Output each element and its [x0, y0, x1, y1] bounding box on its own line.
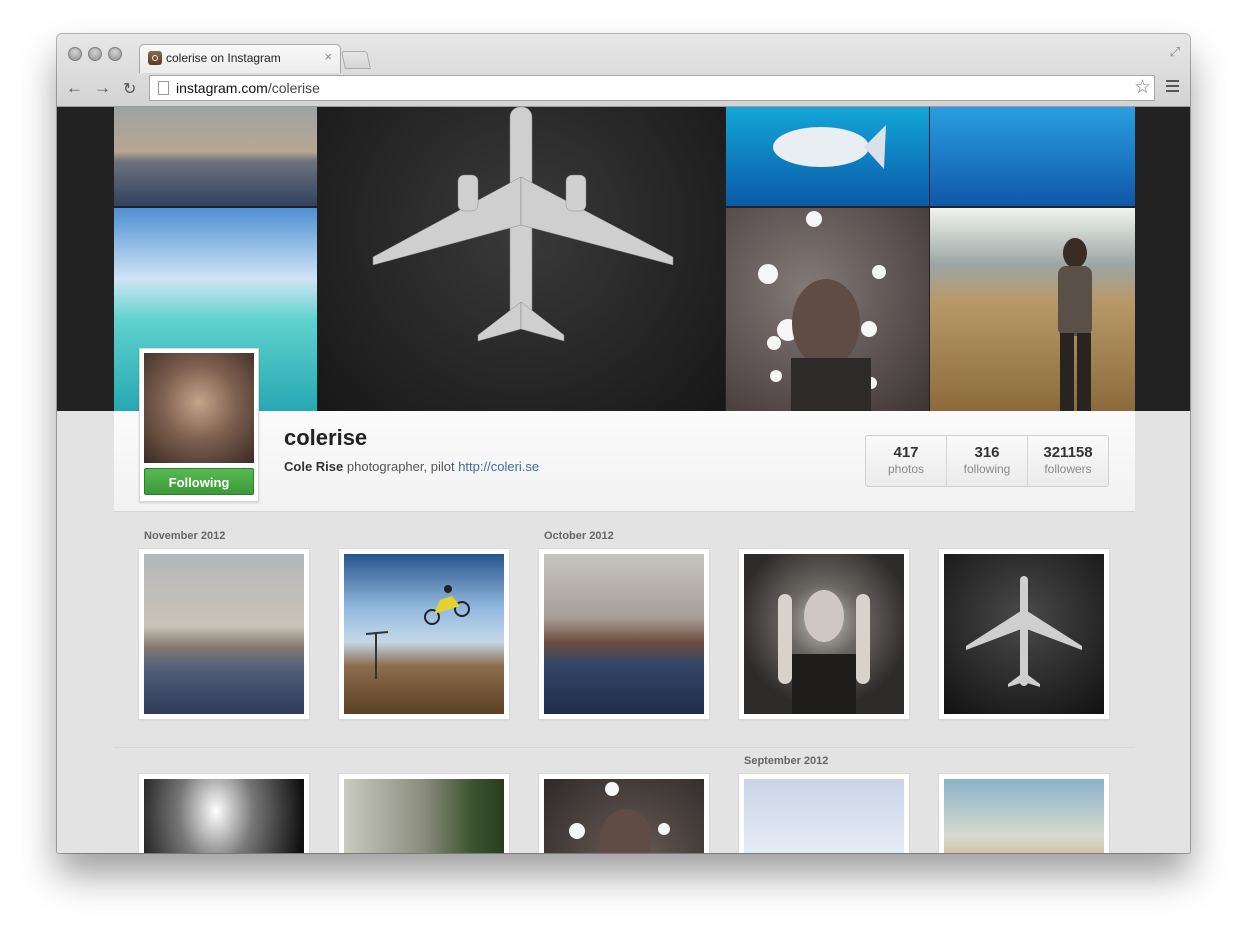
photo-thumbnail[interactable]	[939, 774, 1109, 853]
photo-thumbnail[interactable]	[539, 774, 709, 853]
month-heading: October 2012	[544, 530, 614, 542]
photo-thumbnail[interactable]	[539, 549, 709, 719]
lights-decoration	[758, 211, 886, 411]
address-bar[interactable]: instagram.com/colerise ☆	[149, 75, 1155, 101]
browser-menu-icon[interactable]	[1166, 80, 1179, 95]
minimize-window-button[interactable]	[88, 47, 102, 61]
airplane-icon	[372, 107, 674, 342]
fullscreen-icon[interactable]: ⤢	[1170, 44, 1180, 60]
browser-toolbar: colerise on Instagram × ⤢ ← → ↻ instagra…	[57, 34, 1190, 107]
stat-followers[interactable]: 321158 followers	[1027, 436, 1108, 486]
following-button[interactable]: Following	[144, 468, 254, 495]
full-name: Cole Rise	[284, 459, 344, 474]
stat-value: 316	[974, 444, 1000, 461]
month-heading: September 2012	[744, 755, 829, 767]
photo-thumbnail[interactable]	[739, 774, 909, 853]
close-window-button[interactable]	[68, 47, 82, 61]
photo-thumbnail[interactable]	[939, 549, 1109, 719]
header-photo-fish[interactable]	[726, 107, 929, 206]
reload-icon[interactable]: ↻	[123, 79, 136, 99]
figure-silhouette	[1058, 238, 1092, 411]
new-tab-button[interactable]	[341, 51, 371, 69]
url-host: instagram.com	[176, 80, 268, 96]
portrait-figure	[778, 590, 870, 714]
avatar-card: Following	[139, 348, 259, 502]
stat-value: 417	[893, 444, 919, 461]
month-heading: November 2012	[144, 530, 226, 542]
instagram-favicon-icon	[148, 51, 162, 65]
profile-stats: 417 photos 316 following 321158 follower…	[865, 435, 1109, 487]
stat-label: following	[963, 462, 1011, 476]
stat-photos[interactable]: 417 photos	[866, 436, 946, 486]
photo-thumbnail[interactable]	[339, 774, 509, 853]
stat-label: photos	[887, 462, 925, 476]
forward-arrow-icon[interactable]: →	[94, 78, 111, 98]
profile-bio: Cole Rise photographer, pilot http://col…	[284, 459, 539, 474]
tab-close-icon[interactable]: ×	[324, 49, 332, 64]
header-photo-airplane[interactable]	[318, 107, 725, 411]
photo-thumbnail[interactable]	[139, 774, 309, 853]
photo-thumbnail[interactable]	[139, 549, 309, 719]
back-arrow-icon[interactable]: ←	[66, 78, 83, 98]
stat-label: followers	[1044, 462, 1092, 476]
username: colerise	[284, 425, 368, 450]
row-divider	[114, 747, 1135, 748]
lights-decoration	[569, 782, 670, 853]
browser-window: colerise on Instagram × ⤢ ← → ↻ instagra…	[57, 34, 1190, 853]
stat-following[interactable]: 316 following	[946, 436, 1027, 486]
zoom-window-button[interactable]	[108, 47, 122, 61]
bio-text: photographer, pilot	[346, 459, 455, 474]
url-path: /colerise	[267, 80, 320, 96]
header-photo-coast[interactable]	[114, 107, 317, 206]
motocross-rider-icon	[365, 585, 470, 679]
stat-value: 321158	[1043, 444, 1093, 461]
page-viewport: Following colerise Cole Rise photographe…	[57, 107, 1190, 853]
browser-tab[interactable]: colerise on Instagram ×	[139, 44, 341, 73]
tab-title: colerise on Instagram	[166, 51, 281, 65]
fish-icon	[773, 125, 886, 169]
header-photo-field[interactable]	[930, 208, 1135, 411]
airplane-icon	[966, 576, 1082, 687]
photo-thumbnail[interactable]	[339, 549, 509, 719]
photo-thumbnail[interactable]	[739, 549, 909, 719]
avatar[interactable]	[144, 353, 254, 463]
url-text[interactable]: instagram.com/colerise	[176, 80, 320, 96]
header-photo-underwater[interactable]	[930, 107, 1135, 206]
bookmark-star-icon[interactable]: ☆	[1134, 76, 1151, 99]
header-photo-portrait-lights[interactable]	[726, 208, 929, 411]
page-icon	[158, 81, 169, 95]
website-link[interactable]: http://coleri.se	[458, 459, 539, 474]
